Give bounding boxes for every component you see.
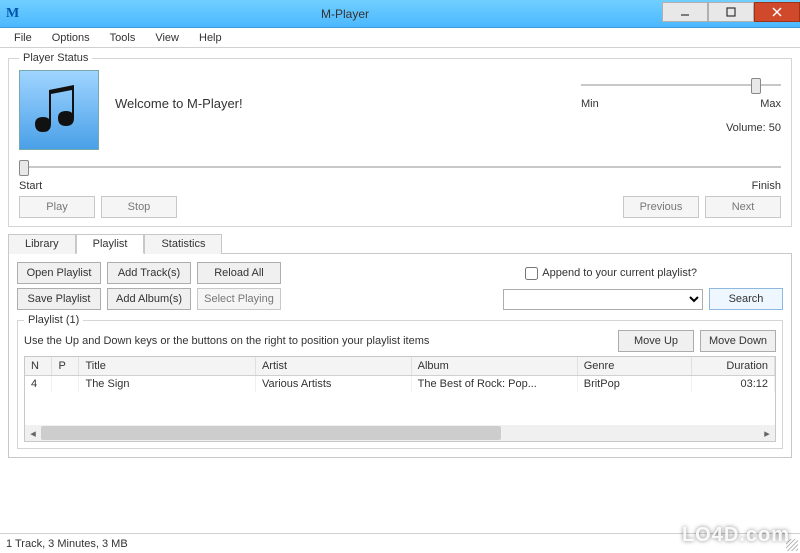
statusbar: 1 Track, 3 Minutes, 3 MB xyxy=(0,533,800,553)
grid-header-row[interactable]: N P Title Artist Album Genre Duration xyxy=(25,357,775,375)
tab-library[interactable]: Library xyxy=(8,234,76,254)
welcome-text: Welcome to M-Player! xyxy=(115,96,581,111)
search-combo[interactable] xyxy=(503,289,703,310)
music-note-icon xyxy=(29,80,89,140)
cell-genre: BritPop xyxy=(577,375,691,392)
statusbar-text: 1 Track, 3 Minutes, 3 MB xyxy=(6,538,128,550)
cell-n: 4 xyxy=(25,375,52,392)
move-up-button[interactable]: Move Up xyxy=(618,330,694,352)
resize-grip-icon[interactable] xyxy=(786,539,798,551)
cell-album: The Best of Rock: Pop... xyxy=(411,375,577,392)
menu-view[interactable]: View xyxy=(145,30,189,46)
col-title[interactable]: Title xyxy=(79,357,255,375)
reload-all-button[interactable]: Reload All xyxy=(197,262,281,284)
window-buttons xyxy=(662,6,800,22)
volume-value-text: Volume: 50 xyxy=(581,122,781,134)
menubar: File Options Tools View Help xyxy=(0,28,800,48)
stop-button[interactable]: Stop xyxy=(101,196,177,218)
tab-playlist[interactable]: Playlist xyxy=(76,234,145,254)
window-title: M-Player xyxy=(28,7,662,21)
playlist-group: Playlist (1) Use the Up and Down keys or… xyxy=(17,314,783,449)
select-playing-button[interactable]: Select Playing xyxy=(197,288,281,310)
save-playlist-button[interactable]: Save Playlist xyxy=(17,288,101,310)
minimize-button[interactable] xyxy=(662,2,708,22)
scroll-left-icon[interactable]: ◂ xyxy=(25,425,41,441)
cell-p xyxy=(52,375,79,392)
col-album[interactable]: Album xyxy=(411,357,577,375)
player-status-legend: Player Status xyxy=(19,52,92,64)
open-playlist-button[interactable]: Open Playlist xyxy=(17,262,101,284)
horizontal-scrollbar[interactable]: ◂ ▸ xyxy=(25,425,775,441)
volume-min-label: Min xyxy=(581,98,599,110)
play-button[interactable]: Play xyxy=(19,196,95,218)
scroll-right-icon[interactable]: ▸ xyxy=(759,425,775,441)
search-button[interactable]: Search xyxy=(709,288,783,310)
table-row[interactable]: 4 The Sign Various Artists The Best of R… xyxy=(25,375,775,392)
playlist-legend: Playlist (1) xyxy=(24,314,83,326)
titlebar: M M-Player xyxy=(0,0,800,28)
progress-start-label: Start xyxy=(19,180,42,192)
menu-options[interactable]: Options xyxy=(42,30,100,46)
tabs: Library Playlist Statistics xyxy=(8,233,792,254)
playlist-grid[interactable]: N P Title Artist Album Genre Duration 4 xyxy=(24,356,776,442)
col-genre[interactable]: Genre xyxy=(577,357,691,375)
col-artist[interactable]: Artist xyxy=(255,357,411,375)
progress-finish-label: Finish xyxy=(752,180,781,192)
append-checkbox-label: Append to your current playlist? xyxy=(542,267,697,279)
content-area: Player Status Welcome to M-Player! Min M… xyxy=(0,48,800,458)
player-status-group: Player Status Welcome to M-Player! Min M… xyxy=(8,52,792,227)
append-checkbox-wrap[interactable]: Append to your current playlist? xyxy=(525,267,697,280)
menu-tools[interactable]: Tools xyxy=(100,30,146,46)
add-albums-button[interactable]: Add Album(s) xyxy=(107,288,191,310)
playlist-hint: Use the Up and Down keys or the buttons … xyxy=(24,335,618,347)
menu-file[interactable]: File xyxy=(4,30,42,46)
album-art xyxy=(19,70,99,150)
append-checkbox[interactable] xyxy=(525,267,538,280)
tab-statistics[interactable]: Statistics xyxy=(144,234,222,254)
app-icon: M xyxy=(6,6,22,22)
close-button[interactable] xyxy=(754,2,800,22)
col-duration[interactable]: Duration xyxy=(691,357,774,375)
col-n[interactable]: N xyxy=(25,357,52,375)
add-tracks-button[interactable]: Add Track(s) xyxy=(107,262,191,284)
maximize-button[interactable] xyxy=(708,2,754,22)
volume-slider[interactable] xyxy=(581,74,781,98)
previous-button[interactable]: Previous xyxy=(623,196,699,218)
col-p[interactable]: P xyxy=(52,357,79,375)
progress-slider[interactable] xyxy=(19,156,781,180)
menu-help[interactable]: Help xyxy=(189,30,232,46)
next-button[interactable]: Next xyxy=(705,196,781,218)
cell-artist: Various Artists xyxy=(255,375,411,392)
playlist-tab-body: Open Playlist Add Track(s) Reload All Ap… xyxy=(8,254,792,458)
volume-max-label: Max xyxy=(760,98,781,110)
cell-title: The Sign xyxy=(79,375,255,392)
move-down-button[interactable]: Move Down xyxy=(700,330,776,352)
cell-duration: 03:12 xyxy=(691,375,774,392)
